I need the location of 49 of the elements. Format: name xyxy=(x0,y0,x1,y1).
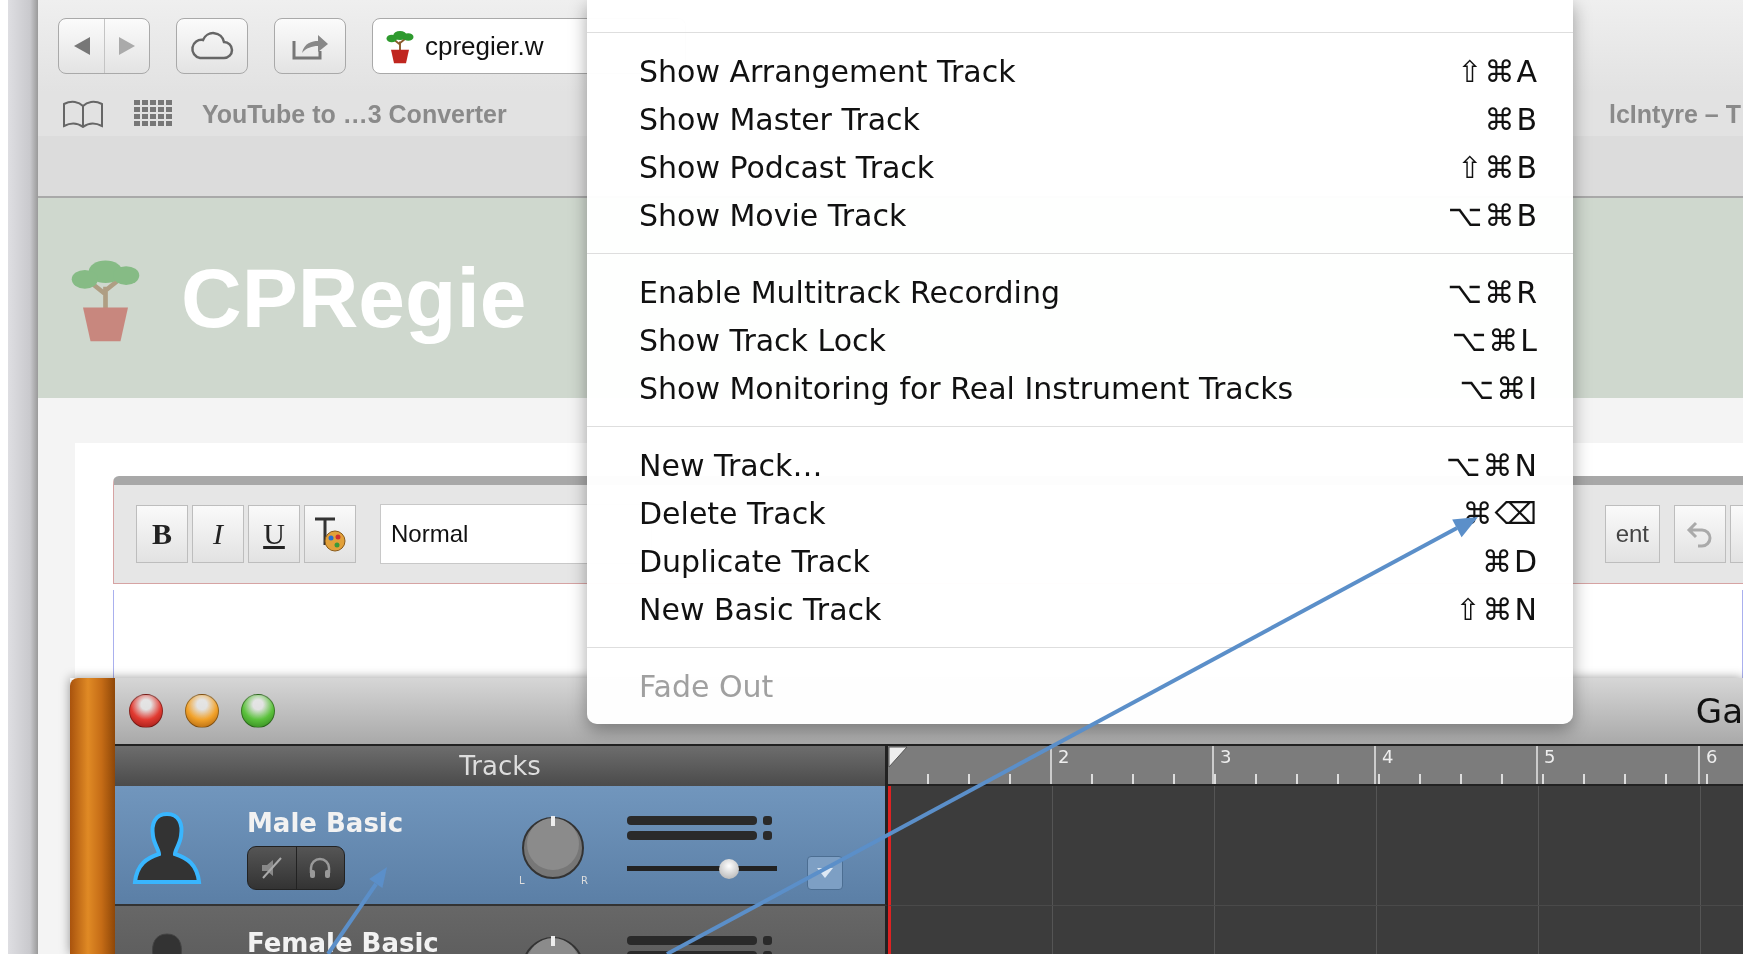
bar-number: 5 xyxy=(1536,746,1698,784)
format-button[interactable]: I xyxy=(192,505,244,563)
close-button[interactable] xyxy=(129,694,163,728)
shortcut-text: ⇧⌘B xyxy=(1457,149,1539,185)
text-color-icon xyxy=(312,515,348,553)
track-name: Male Basic xyxy=(247,808,405,838)
shortcut-text: ⌘D xyxy=(1481,543,1539,579)
shortcut-text: ⌥⌘B xyxy=(1447,197,1539,233)
menu-item[interactable]: Enable Multitrack Recording ⌥⌘R xyxy=(587,268,1573,316)
cloud-button[interactable] xyxy=(176,18,248,74)
pan-right-label: R xyxy=(581,875,588,886)
timeline-ruler[interactable]: 2 3 4 5 6 xyxy=(888,746,1743,786)
headphones-icon xyxy=(308,856,333,880)
menu-item[interactable]: Show Master Track ⌘B xyxy=(587,95,1573,143)
undo-button[interactable] xyxy=(1674,505,1726,563)
shortcut-text: ⇧⌘N xyxy=(1455,591,1539,627)
undo-icon xyxy=(1686,519,1714,549)
bar-number: 6 xyxy=(1698,746,1743,784)
minimize-button[interactable] xyxy=(185,694,219,728)
cloud-icon xyxy=(190,31,234,61)
shortcut-text: ⌥⌘I xyxy=(1459,370,1539,406)
book-icon[interactable] xyxy=(62,100,104,128)
menu-item[interactable]: Show Monitoring for Real Instrument Tracks ⌥⌘I xyxy=(587,364,1573,412)
pan-left-label: L xyxy=(519,875,525,886)
bar-number: 2 xyxy=(1050,746,1212,784)
shortcut-text: ⌘⌫ xyxy=(1462,495,1539,531)
menu-item[interactable]: New Track… ⌥⌘N xyxy=(587,441,1573,489)
format-button[interactable]: U xyxy=(248,505,300,563)
text-color-button[interactable] xyxy=(304,505,356,563)
forward-icon xyxy=(117,35,137,57)
menu-item[interactable]: New Basic Track ⇧⌘N xyxy=(587,585,1573,633)
shortcut-text: ⌘B xyxy=(1484,101,1539,137)
window-title: Ga xyxy=(1695,691,1743,731)
shortcut-text: ⇧⌘A xyxy=(1457,53,1539,89)
format-button[interactable]: B xyxy=(136,505,188,563)
slider-thumb[interactable] xyxy=(719,859,739,879)
shortcut-text: ⌥⌘N xyxy=(1446,447,1539,483)
shortcut-text: ⌥⌘L xyxy=(1451,322,1539,358)
tracks-header: Tracks xyxy=(115,746,888,786)
grid-icon[interactable] xyxy=(134,100,172,128)
triangle-down-icon xyxy=(816,867,834,879)
toolbar-button[interactable]: ent xyxy=(1604,505,1660,563)
share-button[interactable] xyxy=(274,18,346,74)
bar-number: 4 xyxy=(1374,746,1536,784)
menu-item[interactable]: Show Track Lock ⌥⌘L xyxy=(587,316,1573,364)
zoom-button[interactable] xyxy=(241,694,275,728)
menu-item[interactable]: Show Movie Track ⌥⌘B xyxy=(587,191,1573,239)
bar-number: 3 xyxy=(1212,746,1374,784)
shortcut-text: ⌥⌘R xyxy=(1447,274,1539,310)
